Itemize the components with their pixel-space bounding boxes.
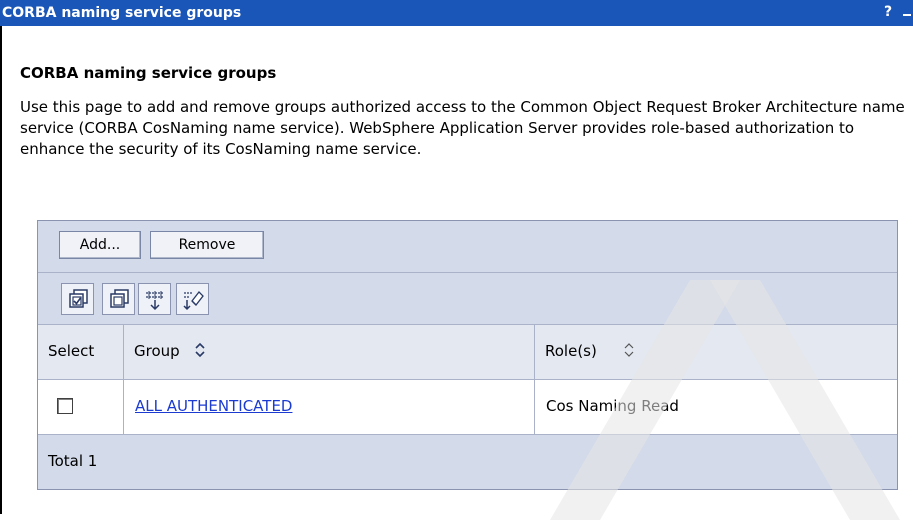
row-checkbox[interactable] <box>57 398 73 414</box>
add-button[interactable]: Add... <box>59 231 141 259</box>
window-title-bar: CORBA naming service groups ? <box>0 0 913 26</box>
window-frame <box>0 0 2 514</box>
help-button[interactable]: ? <box>881 3 895 22</box>
table-row: ALL AUTHENTICATED Cos Naming Read <box>38 380 897 435</box>
group-link[interactable]: ALL AUTHENTICATED <box>135 397 292 415</box>
groups-table-panel: Add... Remove Select Group Role(s) ALL A… <box>37 220 898 490</box>
minimize-button[interactable] <box>899 3 913 22</box>
icon-toolbar <box>38 273 897 325</box>
table-total-row: Total 1 <box>38 435 897 489</box>
clear-filter-icon[interactable] <box>176 283 209 315</box>
page-title: CORBA naming service groups <box>20 64 277 82</box>
role-value: Cos Naming Read <box>546 397 679 415</box>
column-header-roles[interactable]: Role(s) <box>535 325 897 379</box>
column-header-select: Select <box>38 325 124 379</box>
row-roles-cell: Cos Naming Read <box>535 380 897 434</box>
sort-icon[interactable] <box>623 341 635 359</box>
button-toolbar: Add... Remove <box>38 221 897 273</box>
select-all-icon[interactable] <box>61 283 94 315</box>
sort-icon[interactable] <box>194 341 206 359</box>
roles-header-label[interactable]: Role(s) <box>545 342 597 360</box>
row-group-cell: ALL AUTHENTICATED <box>124 380 535 434</box>
deselect-all-icon[interactable] <box>102 283 135 315</box>
table-header-row: Select Group Role(s) <box>38 325 897 380</box>
total-count: Total 1 <box>48 452 98 470</box>
window-title: CORBA naming service groups <box>2 5 242 21</box>
select-header-label: Select <box>48 342 95 360</box>
group-header-label[interactable]: Group <box>134 342 180 360</box>
show-filter-icon[interactable] <box>138 283 171 315</box>
page-description: Use this page to add and remove groups a… <box>20 98 905 158</box>
row-select-cell <box>38 380 124 434</box>
column-header-group[interactable]: Group <box>124 325 535 379</box>
remove-button[interactable]: Remove <box>150 231 264 259</box>
